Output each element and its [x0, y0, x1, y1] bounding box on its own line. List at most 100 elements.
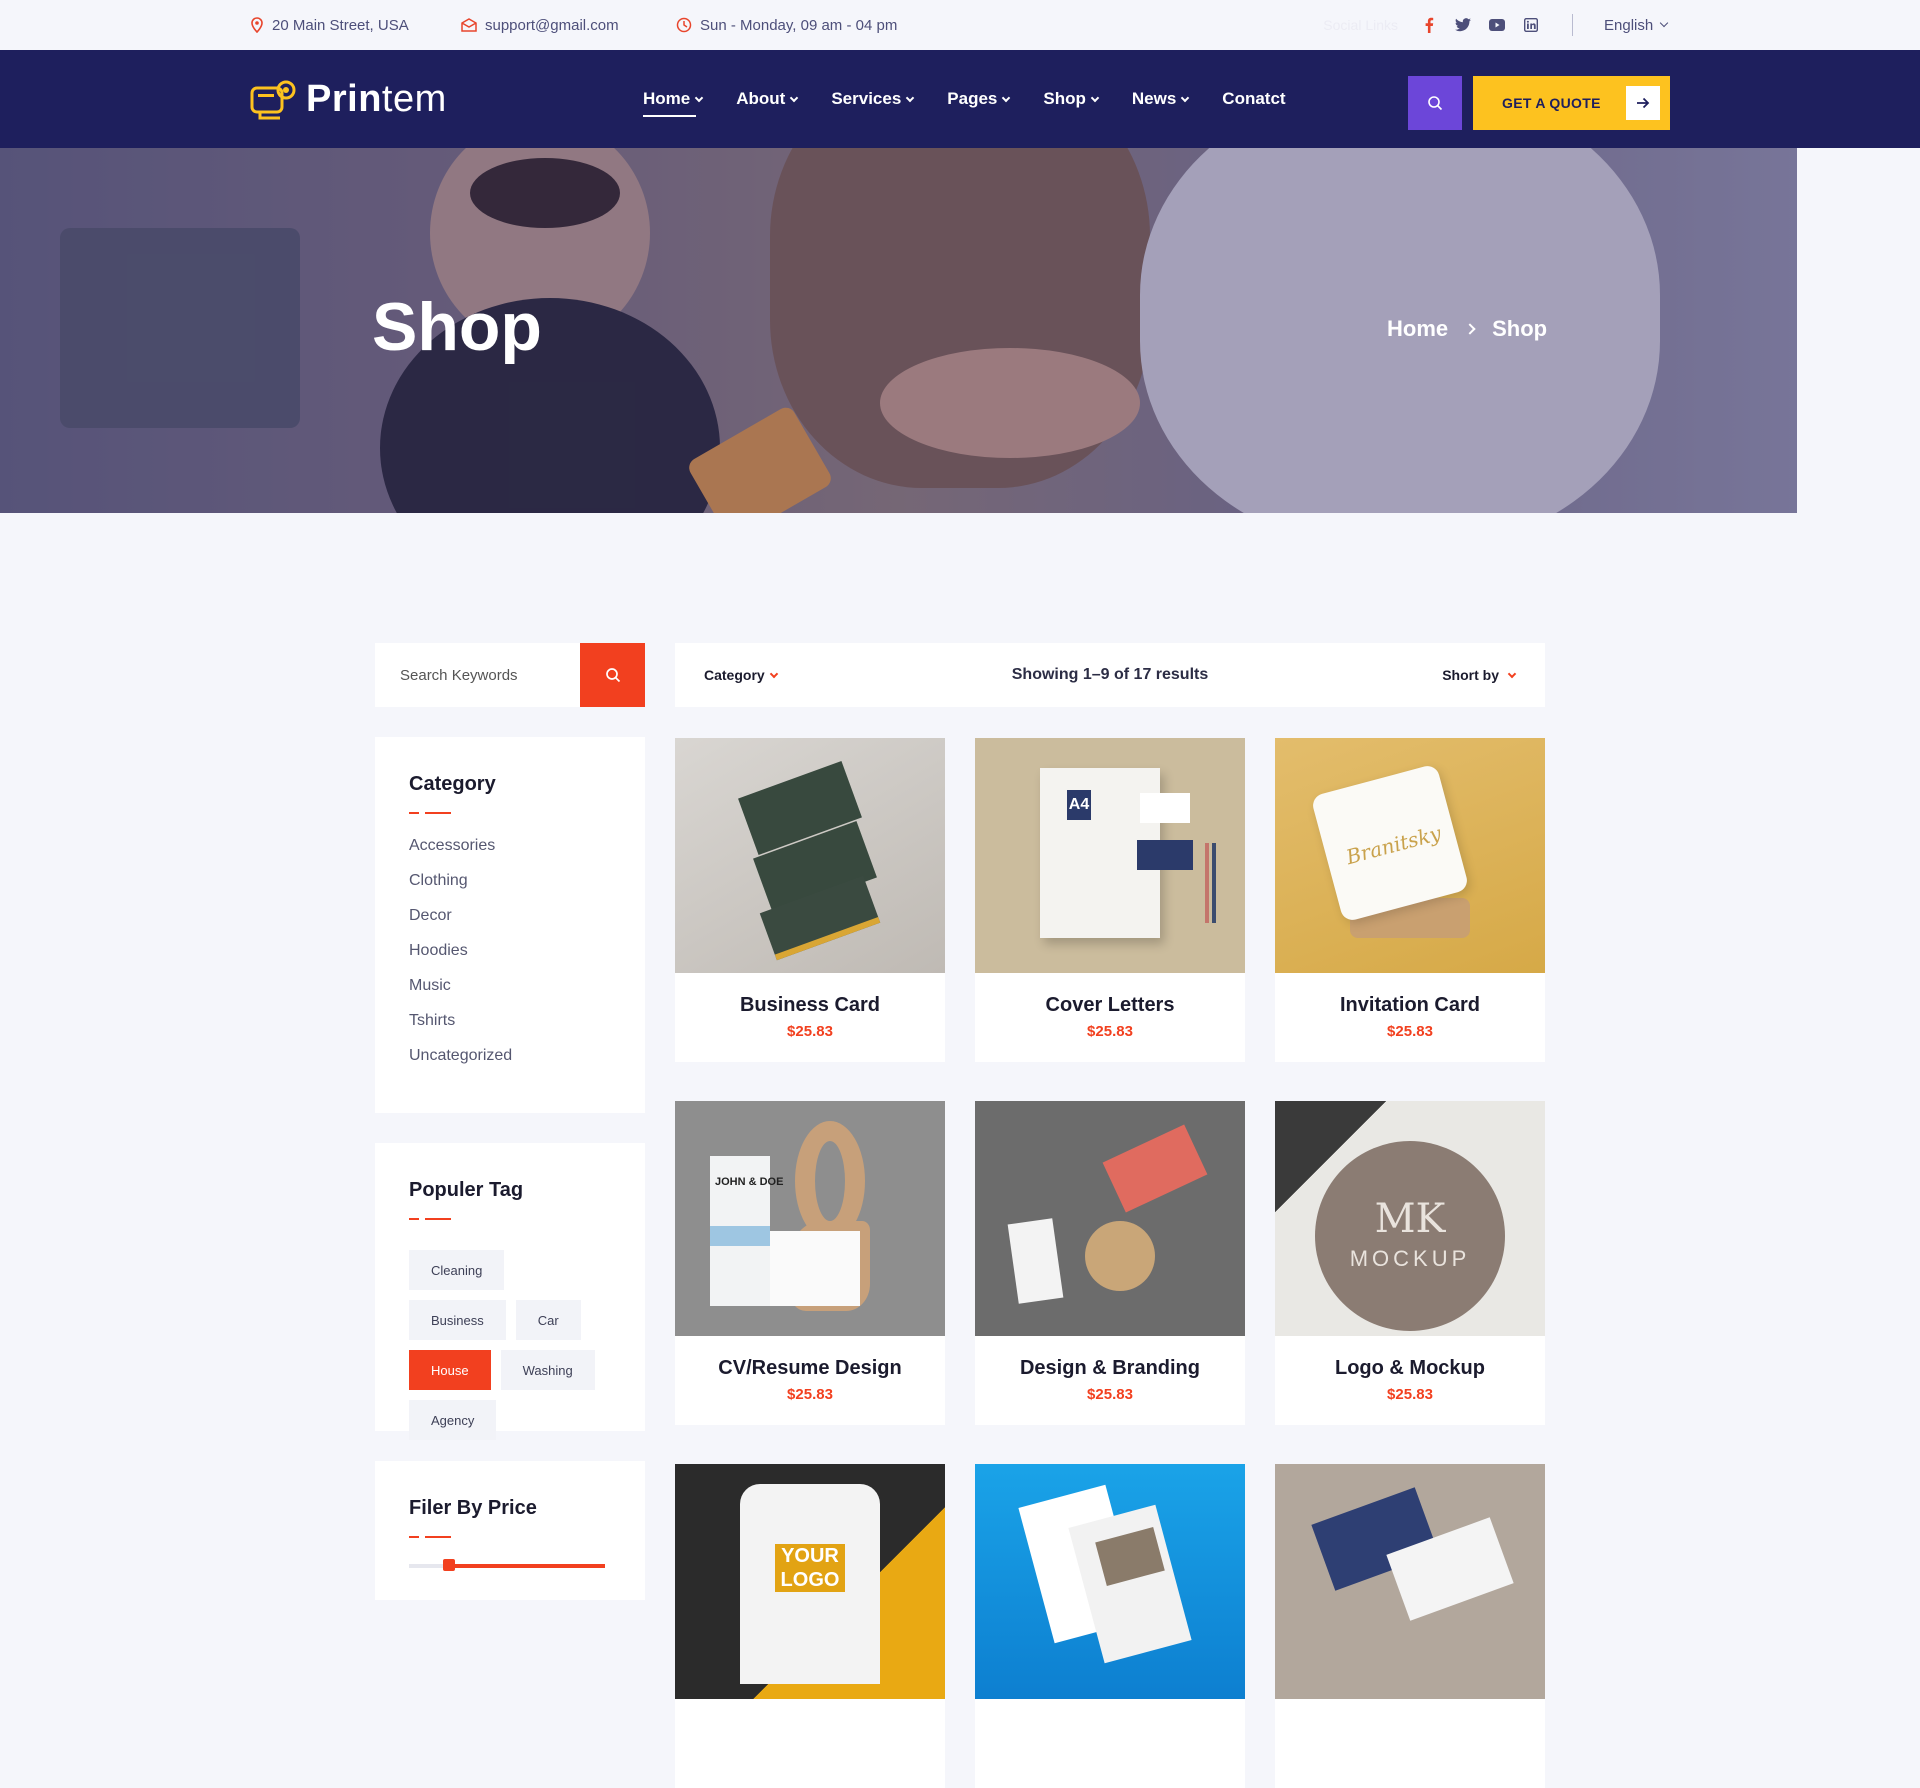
design-branding-image[interactable] [975, 1101, 1245, 1336]
tag-item[interactable]: Cleaning [409, 1250, 505, 1290]
category-item[interactable]: Clothing [409, 871, 611, 906]
category-item[interactable]: Decor [409, 906, 611, 941]
search-icon [1428, 96, 1443, 111]
social-links-label: Social Links [1323, 17, 1398, 33]
email-text[interactable]: support@gmail.com [485, 17, 619, 34]
product-price: $25.83 [787, 1023, 833, 1040]
tag-item[interactable]: Car [515, 1300, 581, 1340]
hours-text: Sun - Monday, 09 am - 04 pm [700, 16, 898, 34]
search-button[interactable] [580, 643, 645, 707]
category-item[interactable]: Tshirts [409, 1011, 611, 1046]
breadcrumb-current: Shop [1492, 316, 1548, 341]
tag-item[interactable]: Business [409, 1300, 506, 1340]
card-shape [1102, 1124, 1208, 1213]
search-input[interactable] [375, 643, 580, 707]
email-info[interactable]: support@gmail.com [461, 0, 619, 50]
nav-search-button[interactable] [1408, 76, 1462, 130]
facebook-icon[interactable] [1420, 16, 1438, 34]
tag-widget-title: Populer Tag [409, 1179, 524, 1201]
invitation-card-image[interactable]: Branitsky [1275, 738, 1545, 973]
main-menu: Home About Services Pages Shop News Cona… [643, 50, 1286, 148]
category-item[interactable]: Hoodies [409, 941, 611, 976]
brochure-image[interactable] [975, 1464, 1245, 1699]
cover-letters-image[interactable]: A4 [975, 738, 1245, 973]
pencil-shape [1212, 843, 1216, 923]
location-pin-icon [251, 17, 263, 33]
product-card[interactable] [975, 1464, 1245, 1788]
nav-item-about[interactable]: About [736, 89, 799, 109]
product-name[interactable]: Cover Letters [975, 994, 1245, 1017]
product-card[interactable]: YOUR LOGO [675, 1464, 945, 1788]
a4-badge: A4 [1067, 790, 1091, 820]
popular-tag-widget: Populer Tag Cleaning Business Car House … [375, 1143, 645, 1440]
logo-mockup-image[interactable]: MK MOCKUP [1275, 1101, 1545, 1336]
nav-item-news[interactable]: News [1131, 89, 1190, 109]
business-card-image[interactable] [675, 738, 945, 973]
nav-item-shop[interactable]: Shop [1043, 89, 1100, 109]
breadcrumb-home[interactable]: Home [1387, 316, 1448, 342]
nav-item-services[interactable]: Services [831, 89, 915, 109]
price-range-handle[interactable] [443, 1559, 455, 1571]
product-price: $25.83 [787, 1386, 833, 1403]
product-card[interactable]: A4 Cover Letters $25.83 [975, 738, 1245, 1062]
nav-label: News [1131, 89, 1177, 108]
sort-dropdown[interactable]: Short by [1442, 643, 1517, 707]
category-item[interactable]: Accessories [409, 836, 611, 871]
cv-resume-image[interactable]: JOHN & DOE [675, 1101, 945, 1336]
linkedin-icon[interactable] [1522, 16, 1540, 34]
product-card[interactable] [1275, 1464, 1545, 1788]
logo-text-bold: Prin [306, 77, 382, 120]
address-info: 20 Main Street, USA [250, 0, 409, 50]
page-title: Shop [372, 289, 542, 365]
language-selector[interactable]: English [1604, 0, 1669, 50]
product-name[interactable]: Invitation Card [1275, 994, 1545, 1017]
price-range-slider[interactable] [409, 1559, 605, 1571]
category-item[interactable]: Uncategorized [409, 1046, 611, 1081]
chevron-down-icon [790, 93, 799, 102]
chevron-right-icon [1464, 323, 1476, 335]
price-range-fill [447, 1564, 605, 1568]
search-icon [605, 668, 620, 683]
tshirt-image[interactable]: YOUR LOGO [675, 1464, 945, 1699]
top-info-bar: 20 Main Street, USA support@gmail.com Su… [0, 0, 1920, 50]
category-item[interactable]: Music [409, 976, 611, 1011]
pencil-shape [1205, 843, 1209, 923]
product-price: $25.83 [1387, 1386, 1433, 1403]
product-price: $25.83 [1387, 1023, 1433, 1040]
product-name[interactable]: Logo & Mockup [1275, 1357, 1545, 1380]
product-name[interactable]: CV/Resume Design [675, 1357, 945, 1380]
results-count: Showing 1–9 of 17 results [1011, 666, 1209, 683]
category-dropdown[interactable]: Category [704, 643, 778, 707]
tag-item[interactable]: Agency [409, 1400, 497, 1440]
nav-item-contact[interactable]: Conatct [1222, 89, 1285, 109]
product-card[interactable]: Business Card $25.83 [675, 738, 945, 1062]
price-widget-title: Filer By Price [409, 1497, 537, 1519]
chevron-down-icon [1507, 669, 1517, 678]
printer-roll-logo-icon [250, 80, 296, 120]
product-card[interactable]: JOHN & DOE CV/Resume Design $25.83 [675, 1101, 945, 1425]
sidebar-search [375, 643, 645, 707]
business-card-stack-image[interactable] [1275, 1464, 1545, 1699]
quote-label: GET A QUOTE [1502, 95, 1601, 111]
site-logo[interactable]: Printem [250, 50, 447, 148]
logo-monogram: MK [1374, 1196, 1446, 1242]
get-a-quote-button[interactable]: GET A QUOTE [1473, 76, 1670, 130]
tag-item-active[interactable]: House [409, 1350, 491, 1390]
category-widget: Category Accessories Clothing Decor Hood… [375, 737, 645, 1113]
product-card[interactable]: MK MOCKUP Logo & Mockup $25.83 [1275, 1101, 1545, 1425]
tag-item[interactable]: Washing [500, 1350, 595, 1390]
product-name[interactable]: Business Card [675, 994, 945, 1017]
nav-label: Services [831, 89, 902, 108]
product-card[interactable]: Branitsky Invitation Card $25.83 [1275, 738, 1545, 1062]
nav-item-pages[interactable]: Pages [947, 89, 1011, 109]
product-card[interactable]: Design & Branding $25.83 [975, 1101, 1245, 1425]
youtube-icon[interactable] [1488, 16, 1506, 34]
nav-item-home[interactable]: Home [643, 89, 704, 117]
card-shape [1140, 793, 1190, 823]
tag-cloud: Cleaning Business Car House Washing Agen… [409, 1250, 611, 1440]
category-dropdown-label: Category [704, 667, 765, 683]
chevron-down-icon [1002, 93, 1011, 102]
twitter-icon[interactable] [1454, 16, 1472, 34]
breadcrumb: Home Shop [1387, 316, 1547, 342]
product-name[interactable]: Design & Branding [975, 1357, 1245, 1380]
